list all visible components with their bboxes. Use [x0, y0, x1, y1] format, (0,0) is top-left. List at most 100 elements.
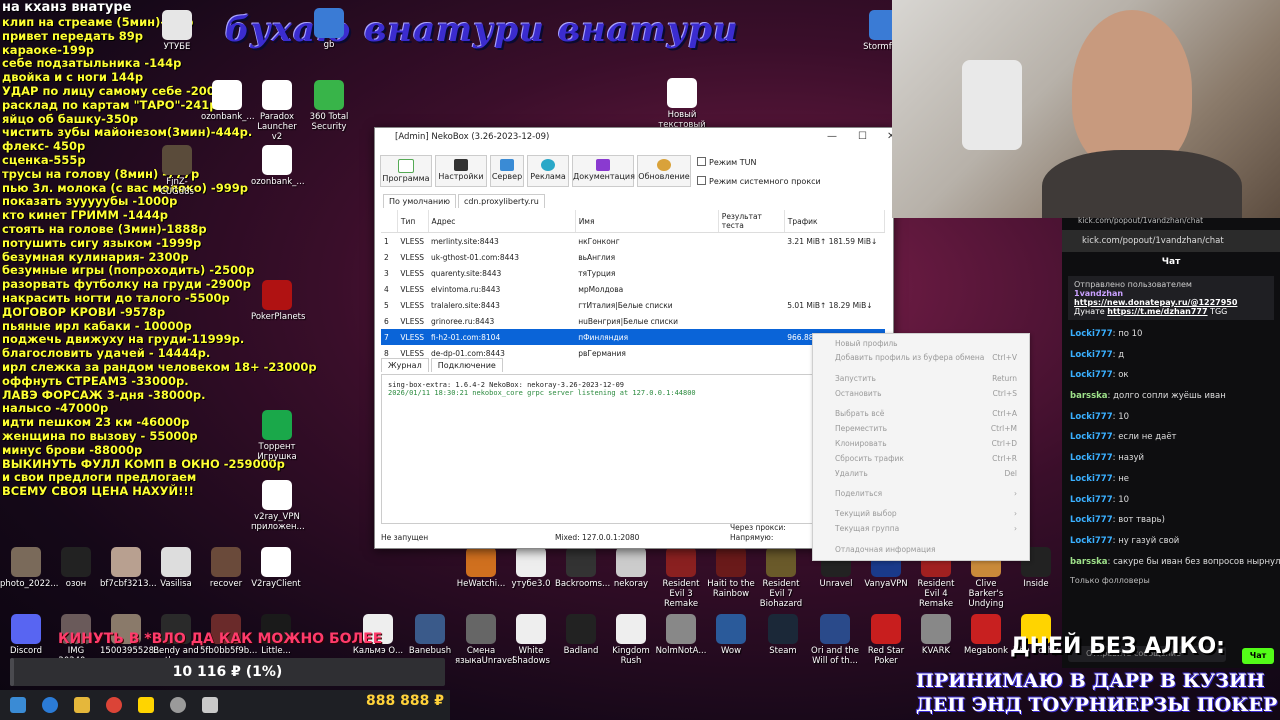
context-menu-item[interactable]: Остановить	[835, 389, 882, 398]
desktop-shortcut[interactable]: Banebush	[404, 614, 456, 656]
column-header[interactable]	[381, 210, 398, 233]
nekobox-icon[interactable]	[202, 697, 218, 713]
desktop-shortcut[interactable]: Paradox Launcher v2	[251, 80, 303, 142]
context-menu-item[interactable]: Поделиться	[835, 489, 882, 498]
desktop-shortcut[interactable]: KVARK	[910, 614, 962, 656]
column-header[interactable]: Тип	[397, 210, 429, 233]
column-header[interactable]: Результат теста	[718, 210, 785, 233]
context-menu-item[interactable]: Выбрать всё	[835, 409, 884, 418]
chat-username[interactable]: Locki777	[1070, 495, 1113, 505]
chat-username[interactable]: Locki777	[1070, 329, 1113, 339]
minimize-button[interactable]: —	[827, 128, 837, 146]
chrome-icon[interactable]	[106, 697, 122, 713]
update-button[interactable]: Обновление	[637, 155, 691, 187]
desktop-shortcut[interactable]: Badland	[555, 614, 607, 656]
sysproxy-checkbox[interactable]: Режим системного прокси	[697, 176, 821, 186]
proxy-row[interactable]: 5 VLESS tralalero.site:8443 гтИталия|Белые …	[381, 297, 885, 313]
desktop-shortcut[interactable]: ozonbank_...	[201, 80, 255, 122]
context-menu-item[interactable]: Переместить	[835, 424, 887, 433]
program-button[interactable]: Программа	[380, 155, 432, 187]
chat-username[interactable]: Locki777	[1070, 350, 1113, 360]
chat-username[interactable]: Locki777	[1070, 453, 1113, 463]
context-menu-item[interactable]: Текущий выбор	[835, 509, 897, 518]
ads-button[interactable]: Реклама	[527, 155, 569, 187]
obs-icon[interactable]	[170, 697, 186, 713]
chat-username[interactable]: Locki777	[1070, 370, 1113, 380]
proxy-row[interactable]: 4 VLESS elvintoma.ru:8443 мрМолдова	[381, 281, 885, 297]
desktop-shortcut[interactable]: Megabonk	[960, 614, 1012, 656]
tab-cdn-proxyliberty[interactable]: cdn.proxyliberty.ru	[458, 194, 545, 208]
desktop-shortcut[interactable]: recover	[200, 547, 252, 589]
proxy-row[interactable]: 1 VLESS merlinty.site:8443 нкГонконг 3.21 Mi…	[381, 233, 885, 250]
desktop-shortcut[interactable]: Discord	[0, 614, 52, 656]
context-menu-item[interactable]: Удалить	[835, 469, 868, 478]
desktop-shortcut[interactable]: Red Star Poker	[860, 614, 912, 666]
desktop-shortcut[interactable]: V2rayClient	[250, 547, 302, 589]
desktop-shortcut[interactable]: photo_2022...	[0, 547, 59, 589]
desktop-shortcut[interactable]: Steam	[757, 614, 809, 656]
desktop-shortcut[interactable]: Wow	[705, 614, 757, 656]
desktop-shortcut[interactable]: gb	[303, 8, 355, 50]
desktop-shortcut[interactable]: Haiti to the Rainbow	[705, 547, 757, 599]
tun-mode-checkbox[interactable]: Режим TUN	[697, 157, 756, 167]
desktop-shortcut[interactable]: nekoray	[605, 547, 657, 589]
desktop-shortcut[interactable]: озон	[50, 547, 102, 589]
pinned-link[interactable]: https://t.me/dzhan777	[1107, 307, 1207, 316]
app-icon[interactable]	[138, 697, 154, 713]
pinned-link[interactable]: https://new.donatepay.ru/@1227950	[1074, 298, 1268, 307]
proxy-row[interactable]: 3 VLESS quarenty.site:8443 тяТурция	[381, 265, 885, 281]
chat-username[interactable]: Locki777	[1070, 474, 1113, 484]
desktop-shortcut[interactable]: PokerPlanets	[251, 280, 305, 322]
start-icon[interactable]	[10, 697, 26, 713]
chat-username[interactable]: Locki777	[1070, 536, 1113, 546]
context-menu-item[interactable]: Текущая группа	[835, 524, 899, 533]
tab-connections[interactable]: Подключение	[430, 358, 503, 372]
chat-username[interactable]: Locki777	[1070, 432, 1113, 442]
tab-log[interactable]: Журнал	[381, 358, 429, 372]
desktop-shortcut[interactable]: Kingdom Rush	[605, 614, 657, 666]
column-header[interactable]: Адрес	[428, 210, 576, 233]
server-button[interactable]: Сервер	[490, 155, 524, 187]
desktop-shortcut[interactable]: Торрент Игрушка	[251, 410, 303, 462]
log-output[interactable]: sing-box-extra: 1.6.4-2 NekoBox: nekoray…	[381, 374, 825, 524]
column-header[interactable]: Имя	[575, 210, 719, 233]
window-titlebar[interactable]: [Admin] NekoBox (3.26-2023-12-09) — ☐ ✕	[375, 128, 895, 146]
chat-url-bar[interactable]: kick.com/popout/1vandzhan/chat	[1062, 230, 1280, 252]
proxy-row[interactable]: 2 VLESS uk-gthost-01.com:8443 вьАнглия	[381, 249, 885, 265]
context-menu-item[interactable]: Добавить профиль из буфера обмена	[835, 353, 984, 362]
desktop-shortcut[interactable]: v2ray_VPN приложен...	[251, 480, 305, 532]
desktop-shortcut[interactable]: Vasilisa	[150, 547, 202, 589]
desktop-shortcut[interactable]: Смена языкаUnravel	[455, 614, 515, 666]
chat-username[interactable]: Locki777	[1070, 412, 1113, 422]
desktop-shortcut[interactable]: 360 Total Security	[303, 80, 355, 132]
context-menu-item[interactable]: Отладочная информация	[835, 545, 936, 554]
desktop-shortcut[interactable]: HeWatchi...	[455, 547, 507, 589]
desktop-shortcut[interactable]: утубе3.0	[505, 547, 557, 589]
chat-send-button[interactable]: Чат	[1242, 648, 1274, 664]
desktop-shortcut[interactable]: ozonbank_...	[251, 145, 305, 187]
documentation-button[interactable]: Документация	[572, 155, 635, 187]
context-menu-item[interactable]: Запустить	[835, 374, 876, 383]
desktop-shortcut[interactable]: Resident Evil 3 Remake	[655, 547, 707, 609]
context-menu-item[interactable]: Клонировать	[835, 439, 887, 448]
desktop-shortcut[interactable]: Backrooms...	[555, 547, 610, 589]
desktop-shortcut[interactable]: bf7cbf3213...	[100, 547, 157, 589]
desktop-shortcut[interactable]: NolmNotA...	[655, 614, 707, 656]
edge-icon[interactable]	[42, 697, 58, 713]
desktop-shortcut[interactable]: FjnZ-CUGd8s	[151, 145, 203, 197]
desktop-shortcut[interactable]: УТУБЕ	[151, 10, 203, 52]
desktop-shortcut[interactable]: White Shadows	[505, 614, 557, 666]
desktop-shortcut[interactable]: Ori and the Will of th...	[809, 614, 861, 666]
proxy-row[interactable]: 7 VLESS fi-h2-01.com:8104 пФинляндия 966.88 …	[381, 329, 885, 345]
context-menu-item[interactable]: Новый профиль	[835, 339, 898, 348]
column-header[interactable]: Трафик	[784, 210, 886, 233]
maximize-button[interactable]: ☐	[858, 128, 867, 146]
proxy-row[interactable]: 6 VLESS grinoree.ru:8443 нuВенгрия|Белые сп…	[381, 313, 885, 329]
chat-username[interactable]: barsska	[1070, 391, 1108, 401]
settings-button[interactable]: Настройки	[435, 155, 487, 187]
context-menu-item[interactable]: Сбросить трафик	[835, 454, 904, 463]
tab-default[interactable]: По умолчанию	[383, 194, 457, 208]
chat-username[interactable]: barsska	[1070, 557, 1108, 567]
chat-username[interactable]: Locki777	[1070, 515, 1113, 525]
folder-icon[interactable]	[74, 697, 90, 713]
